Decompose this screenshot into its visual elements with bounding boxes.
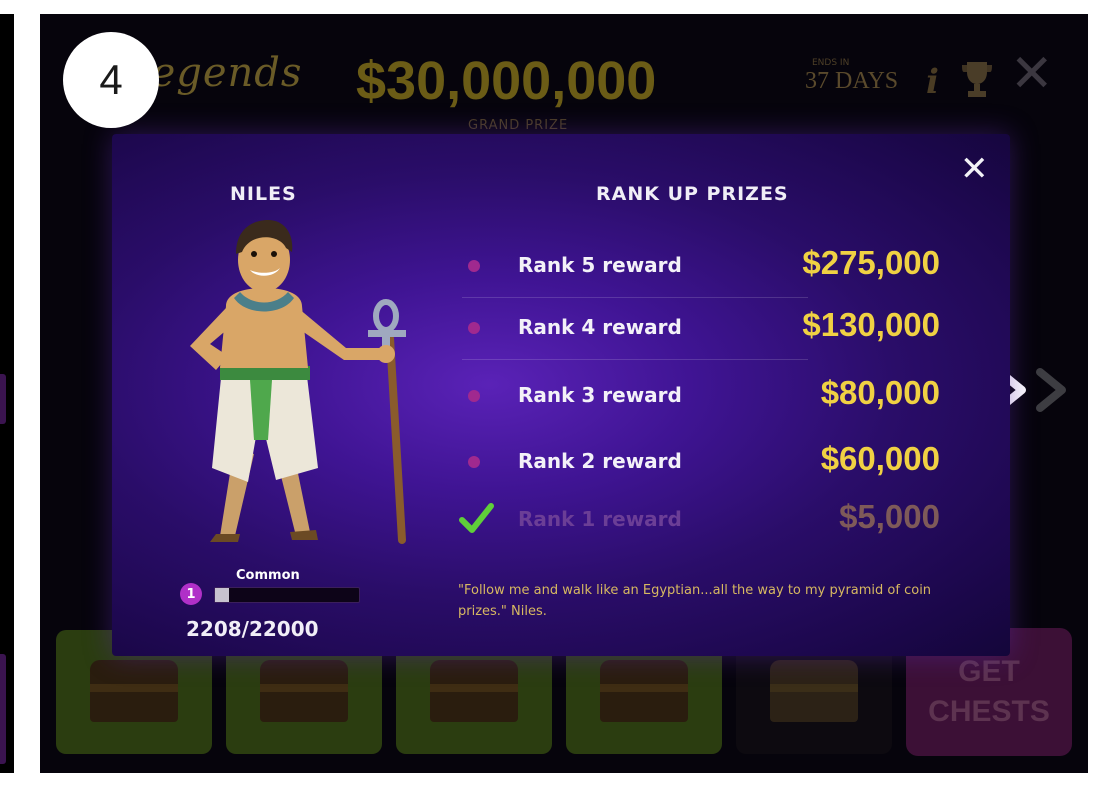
get-chests-line2: CHESTS xyxy=(928,695,1050,728)
reward-label: Rank 5 reward xyxy=(518,253,682,277)
hero-name: NILES xyxy=(230,183,297,205)
rank-up-prizes-title: RANK UP PRIZES xyxy=(596,183,789,205)
reward-label: Rank 3 reward xyxy=(518,383,682,407)
reward-label: Rank 4 reward xyxy=(518,315,682,339)
reward-row-rank-3: Rank 3 reward $80,000 xyxy=(462,370,948,428)
xp-progress-text: 2208/22000 xyxy=(186,617,319,641)
check-icon xyxy=(459,503,494,533)
reward-bullet-icon xyxy=(468,390,480,402)
get-chests-line1: GET xyxy=(958,655,1020,688)
reward-value: $80,000 xyxy=(820,374,940,411)
level-badge: 1 xyxy=(180,583,202,605)
ends-in-label: ENDS IN xyxy=(812,58,850,68)
trophy-icon[interactable] xyxy=(960,60,994,100)
reward-label: Rank 1 reward xyxy=(518,507,682,531)
hero-quote: "Follow me and walk like an Egyptian...a… xyxy=(458,583,932,619)
reward-label: Rank 2 reward xyxy=(518,449,682,473)
previous-screenshot-edge xyxy=(0,14,14,773)
reward-value: $130,000 xyxy=(802,306,940,343)
reward-value: $60,000 xyxy=(820,440,940,477)
grand-prize-amount: $30,000,000 xyxy=(356,51,657,111)
close-icon[interactable]: ✕ xyxy=(960,152,989,186)
close-game-icon[interactable]: ✕ xyxy=(1010,48,1054,100)
xp-progress-fill xyxy=(215,588,230,602)
reward-bullet-icon xyxy=(468,260,480,272)
xp-progress-bar xyxy=(214,587,360,603)
info-icon[interactable]: i xyxy=(926,62,939,102)
reward-bullet-icon xyxy=(468,456,480,468)
step-number-badge: 4 xyxy=(63,32,159,128)
reward-value: $275,000 xyxy=(802,244,940,281)
edge-tile xyxy=(0,654,6,764)
reward-row-rank-4: Rank 4 reward $130,000 xyxy=(462,302,948,360)
reward-value: $5,000 xyxy=(839,498,940,535)
reward-bullet-icon xyxy=(468,322,480,334)
days-left: 37 DAYS xyxy=(805,68,899,94)
reward-row-rank-5: Rank 5 reward $275,000 xyxy=(462,240,948,298)
hero-avatar xyxy=(190,220,406,544)
edge-chevron xyxy=(0,374,6,424)
reward-row-rank-1: Rank 1 reward $5,000 xyxy=(459,494,948,552)
rarity-label: Common xyxy=(236,568,300,583)
grand-prize-label: GRAND PRIZE xyxy=(468,118,569,133)
chevron-right-dim-icon xyxy=(1036,368,1066,412)
reward-row-rank-2: Rank 2 reward $60,000 xyxy=(462,436,948,494)
